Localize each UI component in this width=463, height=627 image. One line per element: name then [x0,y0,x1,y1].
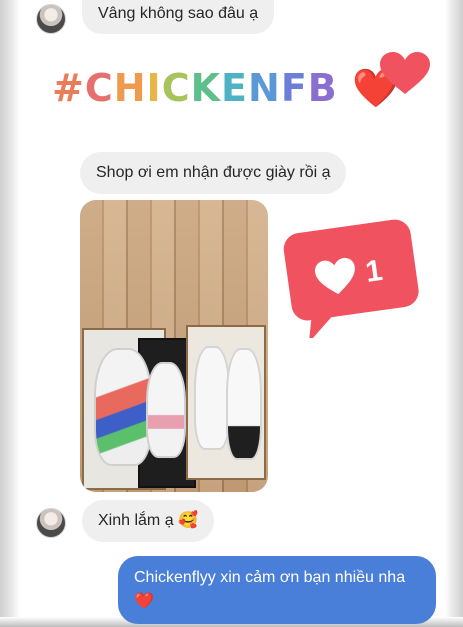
hashtag-letter: B [307,66,338,110]
left-edge-shadow [0,0,20,627]
hashtag-letter: F [280,66,308,110]
message-bubble-sent: Chickenflyy xin cảm ơn bạn nhiều nha ❤️ [118,556,436,624]
hashtag-sticker: #CHICKENFB ❤️ [52,62,400,114]
message-bubble-received: Shop ơi em nhận được giày rồi ạ [80,152,347,194]
hashtag-letter: C [84,66,114,110]
shoe [194,346,230,450]
message-bubble-received: Vâng không sao đâu ạ [82,0,275,34]
message-text: Shop ơi em nhận được giày rồi ạ [96,164,331,181]
shared-photo[interactable] [80,200,268,492]
shoe [146,362,186,458]
hashtag-letter: C [161,66,191,110]
avatar[interactable] [36,4,66,34]
avatar[interactable] [36,508,66,538]
hashtag-letter: K [190,66,222,110]
hashtag-letter: I [146,66,162,110]
hashtag-text: #CHICKENFB [52,62,338,114]
heart-icon [380,52,430,94]
shoe [94,348,152,466]
hashtag-letter: H [113,66,147,110]
right-edge-shadow [445,0,463,627]
message-text: Chickenflyy xin cảm ơn bạn nhiều nha ❤️ [134,569,406,610]
hashtag-letter: N [248,66,281,110]
message-text: Vâng không sao đâu ạ [98,5,259,22]
message-text: Xinh lắm ạ 🥰 [98,512,198,529]
message-bubble-received: Xinh lắm ạ 🥰 [82,500,214,542]
shoe [226,348,262,460]
hashtag-letter: # [52,66,85,110]
like-notification-icon: 1 [283,219,419,338]
hashtag-letter: E [221,66,248,110]
